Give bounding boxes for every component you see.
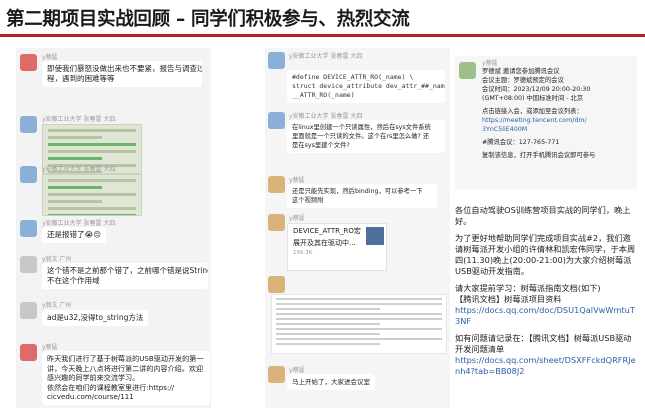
message-bubble: 马上开始了，大家进会议室 — [287, 374, 375, 390]
code-line: __ATTR_RO(_name) — [292, 91, 355, 99]
announcement-text: 各位自动驾驶OS训练营项目实战的同学们，晚上好。 为了更好地帮助同学们完成项目实… — [455, 205, 637, 383]
forwarded-notice-image — [271, 294, 447, 354]
docs-title: 【腾讯文档】树莓派项目资料 — [455, 294, 562, 304]
message-line: 是在sys里建个文件? — [292, 142, 350, 149]
sender-name: y蔡猛 — [289, 215, 305, 222]
message-line: 这个错不是之前那个错了，之前哪个错是说String — [47, 266, 208, 275]
avatar — [268, 366, 285, 383]
message-bubble: 在linux里创建一个只读属性，然后在sys文件系统 里面就是一个只读的文件。这… — [287, 120, 445, 153]
message-line: 讲，今天晚上八点将进行第二讲的内容介绍。欢迎 — [47, 363, 204, 373]
invite-line: 罗德斌 邀请您参加腾讯会议 — [482, 68, 560, 75]
code-line: struct device_attribute dev_attr_##_name… — [292, 82, 445, 90]
message-line: 即使我们暴怒没做出来也不要紧，报告与调查过 — [47, 64, 202, 73]
message-line: 昨天我们进行了基于树莓派的USB驱动开发的第一 — [47, 354, 204, 363]
announcement-issues: 如有问题请记录在：【腾讯文档】树莓派USB驱动开发问题清单 https://do… — [455, 333, 637, 377]
sender-name: y安徽工业大学 张春雷 大四 — [42, 116, 116, 123]
invite-line: (GMT+08:00) 中国标准时间 - 北京 — [482, 95, 584, 102]
issues-intro: 如有问题请记录在：【腾讯文档】树莓派USB驱动开发问题清单 — [455, 333, 632, 354]
invite-line: 点击链接入会，或添加至会议列表： — [482, 108, 583, 115]
video-card[interactable]: DEVICE_ATTR_RO宏 展开及其在驱动中... 156.3K — [287, 223, 387, 271]
message-bubble: ad是u32,没得to_string方法 — [42, 310, 149, 326]
avatar — [459, 62, 476, 79]
sender-name: y蔡猛 — [289, 177, 305, 184]
docs-intro: 请大家提前学习：树莓派指南文档(如下) — [455, 283, 601, 293]
avatar — [20, 256, 37, 273]
message-line: 程，遇到的困难等等 — [47, 74, 115, 83]
avatar — [268, 276, 285, 293]
avatar — [268, 52, 285, 69]
video-view-count: 156.3K — [293, 250, 313, 256]
invite-line: 复制该信息，打开手机腾讯会议即可参与 — [482, 152, 596, 159]
message-bubble: 还是报错了😭😔 — [42, 227, 107, 243]
avatar — [20, 166, 37, 183]
video-thumbnail — [366, 227, 384, 245]
avatar — [268, 214, 285, 231]
left-chat-screenshot: y蔡猛 即使我们暴怒没做出来也不要紧，报告与调查过 程，遇到的困难等等 y安徽工… — [16, 48, 211, 408]
avatar — [20, 344, 37, 361]
sender-name: y翁文 广州 — [42, 256, 72, 263]
slide: 第二期项目实战回顾 – 同学们积极参与、热烈交流 y蔡猛 即使我们暴怒没做出来也… — [0, 0, 645, 416]
message-line: 里面就是一个只读的文件。这个在rs里怎么做? 还 — [292, 133, 430, 140]
avatar — [20, 302, 37, 319]
slide-title: 第二期项目实战回顾 – 同学们积极参与、热烈交流 — [6, 9, 410, 30]
announcement-body: 为了更好地帮助同学们完成项目实战#2，我们邀请树莓派开发小组的许倩林和凯宏伟同学… — [455, 233, 636, 276]
message-bubble: 昨天我们进行了基于树莓派的USB驱动开发的第一 讲，今天晚上八点将进行第二讲的内… — [42, 351, 210, 405]
sender-name: y安徽工业大学 张春雷 大四 — [42, 166, 116, 173]
invite-line: 会议主题：罗德斌预定的会议 — [482, 77, 564, 84]
message-bubble: 还是只能先实现，然后binding，可以参考一下 这个视频附 — [287, 184, 437, 208]
sender-name: y蔡猛 — [42, 54, 58, 61]
meeting-invite-text: 罗德斌 邀请您参加腾讯会议 会议主题：罗德斌预定的会议 会议时间：2023/12… — [482, 67, 595, 160]
message-line: 在linux里创建一个只读属性，然后在sys文件系统 — [292, 124, 431, 131]
code-line: #define DEVICE_ATTR_RO(_name) \ — [292, 73, 414, 81]
meeting-id: #腾讯会议：127-765-771 — [482, 139, 560, 146]
sender-name: y蔡猛 — [42, 344, 58, 351]
message-bubble: 这个错不是之前那个错了，之前哪个错是说String 不在这个作用域 — [42, 263, 208, 289]
avatar — [20, 220, 37, 237]
middle-chat-screenshot: y安徽工业大学 张春雷 大四 #define DEVICE_ATTR_RO(_n… — [265, 48, 450, 408]
issues-link[interactable]: https://docs.qq.com/sheet/DSXFFckdQRFRJe… — [455, 355, 637, 377]
sender-name: y翁文 广州 — [42, 302, 72, 309]
announcement-greeting: 各位自动驾驶OS训练营项目实战的同学们，晚上好。 — [455, 205, 631, 226]
message-line: 还是只能先实现，然后binding，可以参考一下 — [292, 188, 423, 195]
code-message: #define DEVICE_ATTR_RO(_name) \ struct d… — [287, 70, 445, 103]
title-divider — [0, 34, 645, 37]
avatar — [20, 54, 37, 71]
sender-name: y安徽工业大学 张春雷 大四 — [289, 53, 363, 60]
message-line: cicvedu.com/course/111 — [47, 392, 134, 401]
sender-name: y安徽工业大学 张春雷 大四 — [42, 220, 116, 227]
docs-link[interactable]: https://docs.qq.com/doc/DSU1QalVwWmtuT3N… — [455, 305, 637, 327]
meeting-link[interactable]: https://meeting.tencent.com/dm/ — [482, 116, 595, 125]
sender-name: y蔡猛 — [482, 60, 498, 67]
image-message — [42, 174, 142, 216]
avatar — [268, 176, 285, 193]
message-line: 这个视频附 — [292, 197, 324, 204]
message-line: 依然会在咱们的课程教室里进行:https:// — [47, 382, 175, 392]
message-line: 感兴趣的同学前来交流学习。 — [47, 373, 140, 382]
message-line: 不在这个作用域 — [47, 276, 100, 285]
avatar — [268, 112, 285, 129]
sender-name: y蔡猛 — [289, 367, 305, 374]
announcement-docs: 请大家提前学习：树莓派指南文档(如下) 【腾讯文档】树莓派项目资料 https:… — [455, 283, 637, 327]
meeting-link[interactable]: 3YnC5liE400M — [482, 125, 595, 134]
meeting-invite-screenshot: y蔡猛 罗德斌 邀请您参加腾讯会议 会议主题：罗德斌预定的会议 会议时间：202… — [455, 56, 637, 189]
invite-line: 会议时间：2023/12/09 20:00-20:30 — [482, 86, 591, 93]
avatar — [20, 116, 37, 133]
message-bubble: 即使我们暴怒没做出来也不要紧，报告与调查过 程，遇到的困难等等 — [42, 61, 202, 87]
sender-name: y安徽工业大学 张春雷 大四 — [289, 113, 363, 120]
